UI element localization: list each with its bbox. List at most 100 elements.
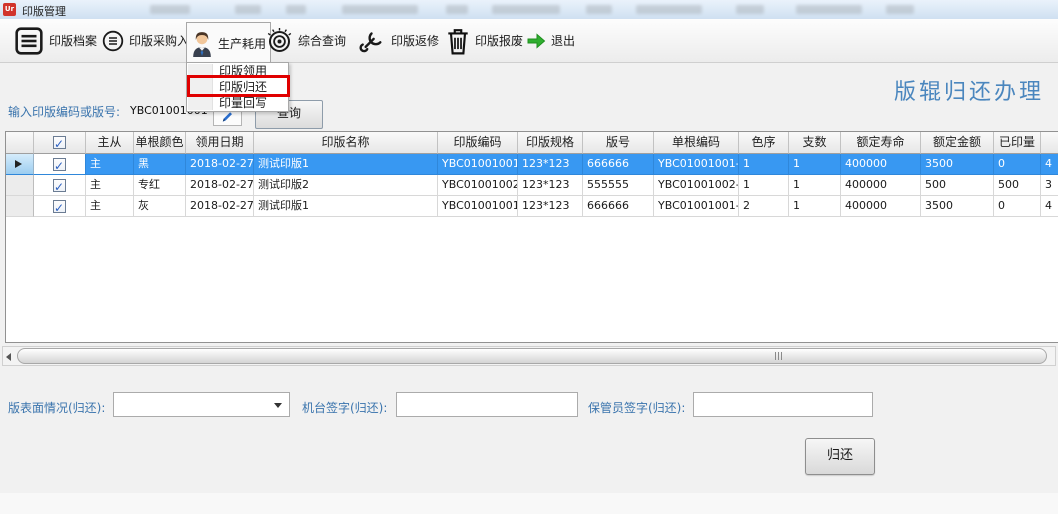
table-cell[interactable]: YBC01001001 [438, 154, 518, 175]
toolbar-item-plate-scrap[interactable]: 印版报废 [442, 22, 527, 59]
row-checkbox-cell[interactable] [34, 175, 86, 196]
redacted-smudge [586, 5, 612, 14]
redacted-smudge [492, 5, 560, 14]
column-header[interactable]: 版号 [583, 132, 654, 154]
toolbar-item-label: 印版返修 [391, 32, 439, 49]
table-cell[interactable]: 555555 [583, 175, 654, 196]
scroll-left-arrow-icon[interactable] [6, 353, 11, 361]
table-cell[interactable]: 1 [789, 154, 841, 175]
table-cell[interactable]: 400000 [841, 175, 921, 196]
horizontal-scrollbar[interactable] [2, 346, 1056, 366]
table-row[interactable]: 主黑2018-02-27测试印版1YBC01001001123*12366666… [6, 154, 1058, 175]
table-cell[interactable]: 1 [739, 175, 789, 196]
table-cell[interactable]: 0 [994, 154, 1041, 175]
table-cell[interactable]: YBC01001002-1 [654, 175, 739, 196]
column-header[interactable]: 单根颜色 [134, 132, 186, 154]
table-cell[interactable]: 测试印版1 [254, 196, 438, 217]
column-header[interactable]: 印版编码 [438, 132, 518, 154]
table-cell[interactable]: YBC01001001 [438, 196, 518, 217]
current-row-arrow-icon [15, 160, 22, 168]
table-cell[interactable]: 0 [994, 196, 1041, 217]
search-label: 输入印版编码或版号: [8, 103, 120, 120]
column-header[interactable]: 主从 [86, 132, 134, 154]
toolbar-item-comprehensive-query[interactable]: 综合查询 [262, 22, 350, 59]
column-header[interactable]: 印版规格 [518, 132, 583, 154]
column-header[interactable]: 单根编码 [654, 132, 739, 154]
column-header[interactable]: 支数 [789, 132, 841, 154]
list-icon [14, 26, 44, 56]
table-cell[interactable]: 123*123 [518, 154, 583, 175]
redacted-smudge [342, 5, 418, 14]
table-cell[interactable]: 3500 [921, 196, 994, 217]
table-cell[interactable]: 400000 [841, 154, 921, 175]
table-cell[interactable]: 黑 [134, 154, 186, 175]
scrollbar-thumb[interactable] [17, 348, 1047, 364]
row-checkbox-cell[interactable] [34, 196, 86, 217]
row-checkbox-cell[interactable] [34, 154, 86, 175]
keeper-signature-input[interactable] [693, 392, 873, 417]
row-selector-cell[interactable] [6, 154, 34, 175]
surface-condition-combobox[interactable] [113, 392, 290, 417]
return-button[interactable]: 归还 [805, 438, 875, 475]
table-cell[interactable]: 4 [1041, 196, 1058, 217]
table-cell[interactable]: 3500 [921, 154, 994, 175]
keeper-signature-label: 保管员签字(归还): [588, 399, 685, 416]
table-row[interactable]: 主专红2018-02-27测试印版2YBC01001002123*1235555… [6, 175, 1058, 196]
toolbar-item-label: 印版档案 [49, 32, 97, 49]
column-header[interactable]: 领用日期 [186, 132, 254, 154]
table-cell[interactable]: 666666 [583, 196, 654, 217]
redacted-smudge [886, 5, 914, 14]
table-cell[interactable]: 4 [1041, 154, 1058, 175]
table-cell[interactable]: 2018-02-27 [186, 175, 254, 196]
column-header[interactable]: 已印量 [994, 132, 1041, 154]
table-cell[interactable]: 500 [994, 175, 1041, 196]
table-cell[interactable]: 1 [789, 175, 841, 196]
column-header[interactable]: 额定金额 [921, 132, 994, 154]
table-cell[interactable]: 1 [739, 154, 789, 175]
redacted-smudge [286, 5, 306, 14]
table-cell[interactable]: 400000 [841, 196, 921, 217]
table-cell[interactable]: 2018-02-27 [186, 196, 254, 217]
table-cell[interactable]: 专红 [134, 175, 186, 196]
row-selector-header [6, 132, 34, 154]
table-cell[interactable]: 123*123 [518, 175, 583, 196]
table-row[interactable]: 主灰2018-02-27测试印版1YBC01001001123*12366666… [6, 196, 1058, 217]
table-cell[interactable]: 123*123 [518, 196, 583, 217]
column-header[interactable] [1041, 132, 1058, 154]
table-cell[interactable]: 灰 [134, 196, 186, 217]
table-cell[interactable]: 测试印版1 [254, 154, 438, 175]
table-cell[interactable]: 主 [86, 154, 134, 175]
table-cell[interactable]: YBC01001001-2 [654, 196, 739, 217]
table-cell[interactable]: YBC01001002 [438, 175, 518, 196]
checkbox-icon [53, 200, 66, 213]
toolbar-item-production-consumption[interactable]: 生产耗用 [186, 22, 271, 63]
redacted-smudge [796, 5, 862, 14]
select-all-checkbox[interactable] [34, 132, 86, 154]
circled-list-icon [102, 30, 124, 52]
menu-item-print-volume-writeback[interactable]: 印量回写 [187, 95, 288, 111]
table-cell[interactable]: 2 [739, 196, 789, 217]
toolbar-item-plate-archive[interactable]: 印版档案 [10, 22, 101, 59]
wrench-icon [356, 26, 386, 56]
column-header[interactable]: 色序 [739, 132, 789, 154]
table-cell[interactable]: 主 [86, 175, 134, 196]
row-selector-cell[interactable] [6, 175, 34, 196]
table-cell[interactable]: 666666 [583, 154, 654, 175]
table-cell[interactable]: 2018-02-27 [186, 154, 254, 175]
red-annotation-box [187, 75, 290, 97]
redacted-smudge [636, 5, 702, 14]
column-header[interactable]: 印版名称 [254, 132, 438, 154]
table-cell[interactable]: 主 [86, 196, 134, 217]
table-cell[interactable]: YBC01001001-1 [654, 154, 739, 175]
toolbar-item-label: 印版报废 [475, 32, 523, 49]
toolbar-item-plate-repair[interactable]: 印版返修 [352, 22, 443, 59]
table-cell[interactable]: 3 [1041, 175, 1058, 196]
machine-signature-input[interactable] [396, 392, 578, 417]
table-cell[interactable]: 500 [921, 175, 994, 196]
column-header[interactable]: 额定寿命 [841, 132, 921, 154]
table-cell[interactable]: 测试印版2 [254, 175, 438, 196]
table-cell[interactable]: 1 [789, 196, 841, 217]
toolbar-item-label: 生产耗用 [218, 35, 266, 52]
row-selector-cell[interactable] [6, 196, 34, 217]
toolbar-item-exit[interactable]: 退出 [522, 22, 579, 59]
